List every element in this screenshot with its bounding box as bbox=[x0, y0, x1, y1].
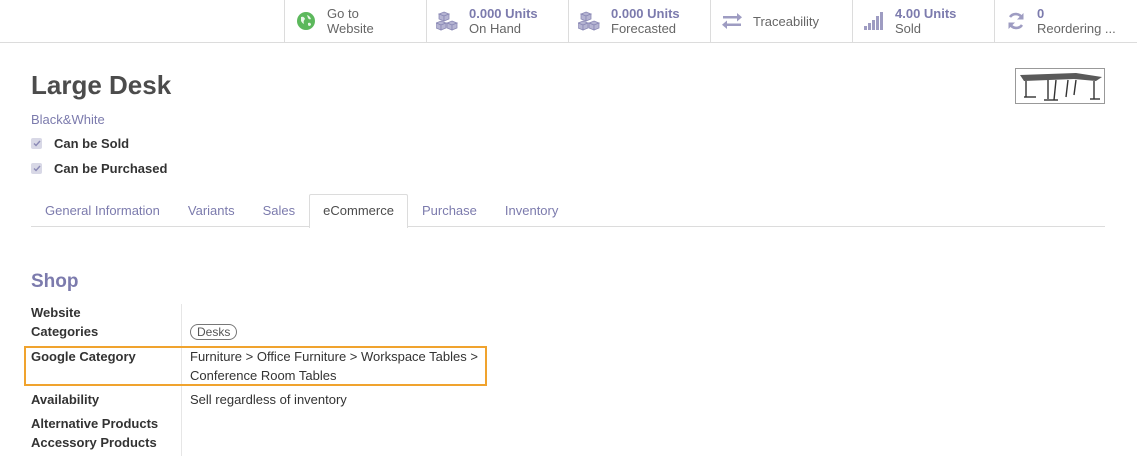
on-hand-button[interactable]: 0.000 Units On Hand bbox=[426, 0, 568, 42]
availability-label: Availability bbox=[31, 392, 100, 407]
google-category-line1[interactable]: Furniture > Office Furniture > Workspace… bbox=[190, 347, 478, 366]
tab-ecommerce[interactable]: eCommerce bbox=[309, 194, 408, 228]
tab-inventory[interactable]: Inventory bbox=[491, 194, 572, 227]
website-line1: Go to bbox=[327, 6, 359, 21]
can-be-sold-field: Can be Sold bbox=[31, 136, 129, 151]
product-image[interactable] bbox=[1015, 68, 1105, 104]
categories-label: Categories bbox=[31, 324, 99, 339]
smart-button-bar: Go to Website 0.000 Units On Hand 0.000 Un… bbox=[0, 0, 1137, 43]
reordering-value: 0 bbox=[1037, 6, 1045, 21]
reordering-label: Reordering ... bbox=[1037, 21, 1116, 36]
website-line2: Website bbox=[327, 21, 374, 36]
traceability-button[interactable]: Traceability bbox=[710, 0, 852, 42]
globe-icon bbox=[285, 11, 327, 31]
signal-icon bbox=[853, 12, 895, 30]
tab-general-information[interactable]: General Information bbox=[31, 194, 174, 227]
product-name[interactable]: Large Desk bbox=[31, 70, 171, 101]
can-be-sold-label: Can be Sold bbox=[54, 136, 130, 151]
can-be-purchased-field: Can be Purchased bbox=[31, 161, 167, 176]
forecasted-button[interactable]: 0.000 Units Forecasted bbox=[568, 0, 710, 42]
google-category-line2[interactable]: Conference Room Tables bbox=[190, 366, 336, 385]
can-be-purchased-label: Can be Purchased bbox=[54, 161, 168, 176]
variant-tag: Black&White bbox=[31, 112, 105, 127]
accessory-products-label: Accessory Products bbox=[31, 435, 157, 450]
tab-sales[interactable]: Sales bbox=[249, 194, 310, 227]
category-tag[interactable]: Desks bbox=[190, 324, 238, 340]
sold-value: 4.00 Units bbox=[895, 6, 957, 21]
forecasted-value: 0.000 Units bbox=[611, 6, 680, 21]
can-be-purchased-checkbox[interactable] bbox=[31, 163, 42, 174]
cubes-icon bbox=[427, 11, 469, 31]
sold-label: Sold bbox=[895, 21, 922, 36]
exchange-icon bbox=[711, 13, 753, 29]
reordering-button[interactable]: 0 Reordering ... bbox=[994, 0, 1137, 42]
availability-value[interactable]: Sell regardless of inventory bbox=[190, 390, 347, 409]
tab-variants[interactable]: Variants bbox=[174, 194, 249, 227]
notebook-tabs: General Information Variants Sales eComm… bbox=[31, 194, 1105, 228]
categories-field[interactable]: Desks bbox=[190, 322, 238, 341]
traceability-label: Traceability bbox=[753, 13, 819, 29]
on-hand-label: On Hand bbox=[469, 21, 522, 36]
shop-section-title: Shop bbox=[31, 271, 79, 292]
tab-purchase[interactable]: Purchase bbox=[408, 194, 491, 227]
on-hand-value: 0.000 Units bbox=[469, 6, 538, 21]
can-be-sold-checkbox[interactable] bbox=[31, 138, 42, 149]
google-category-label: Google Category bbox=[31, 349, 136, 364]
refresh-icon bbox=[995, 11, 1037, 31]
sold-button[interactable]: 4.00 Units Sold bbox=[852, 0, 994, 42]
go-to-website-button[interactable]: Go to Website bbox=[284, 0, 426, 42]
website-label: Website bbox=[31, 305, 81, 320]
cubes-icon bbox=[569, 11, 611, 31]
forecasted-label: Forecasted bbox=[611, 21, 677, 36]
alternative-products-label: Alternative Products bbox=[31, 416, 159, 431]
